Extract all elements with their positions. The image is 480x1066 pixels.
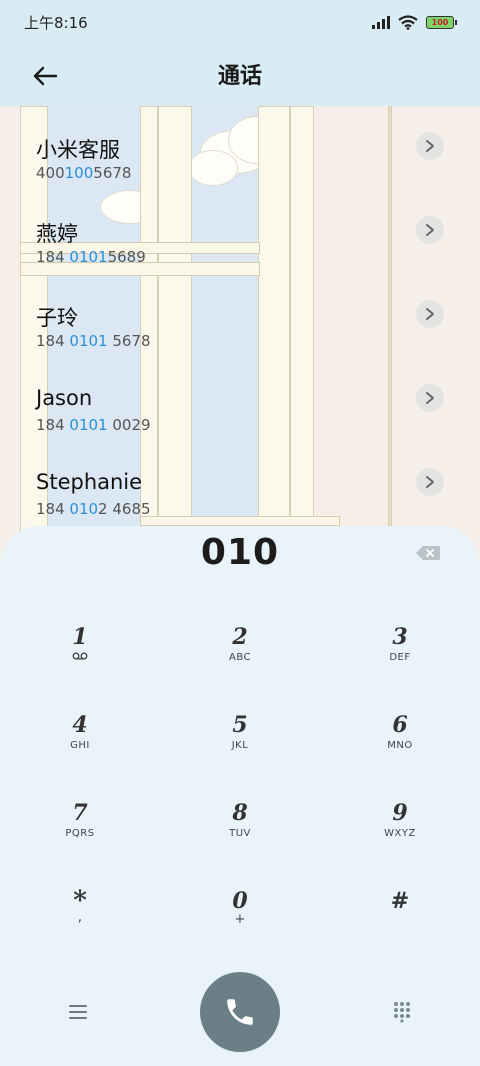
delete-button[interactable] xyxy=(414,544,442,562)
contact-detail-button[interactable] xyxy=(416,132,444,160)
match-highlight: 0101 xyxy=(69,248,108,266)
battery-level: 100 xyxy=(431,17,449,27)
contact-number: 184 01015689 xyxy=(36,248,146,266)
page-title: 通话 xyxy=(217,64,262,89)
contact-name: Stephanie xyxy=(36,470,143,494)
dialpad-panel: 010 1 2 ABC 3 DEF 4 GHI 5 JKL 6 MNO 7 PQ… xyxy=(0,526,480,1066)
call-button[interactable] xyxy=(200,972,280,1052)
contact-item[interactable]: Stephanie 184 0102 4685 xyxy=(0,442,480,526)
chevron-right-icon xyxy=(426,392,434,404)
chevron-right-icon xyxy=(426,224,434,236)
contact-name: Jason xyxy=(36,386,93,410)
dialpad-keys: 1 2 ABC 3 DEF 4 GHI 5 JKL 6 MNO 7 PQRS 8… xyxy=(0,600,480,952)
key-6[interactable]: 6 MNO xyxy=(320,688,480,776)
status-bar: 上午8:16 100 xyxy=(0,0,480,44)
match-highlight: 010 xyxy=(69,500,99,518)
key-3[interactable]: 3 DEF xyxy=(320,600,480,688)
contact-detail-button[interactable] xyxy=(416,300,444,328)
key-5[interactable]: 5 JKL xyxy=(160,688,320,776)
battery-icon: 100 xyxy=(426,15,457,29)
key-9[interactable]: 9 WXYZ xyxy=(320,776,480,864)
key-8[interactable]: 8 TUV xyxy=(160,776,320,864)
contact-name: 燕婷 xyxy=(36,222,78,246)
contact-number: 184 0101 0029 xyxy=(36,416,151,434)
wifi-icon xyxy=(398,14,418,30)
backspace-icon xyxy=(416,546,440,560)
contact-results-list: 小米客服 4001005678 燕婷 184 01015689 子玲 184 0… xyxy=(0,106,480,526)
match-highlight: 0101 xyxy=(69,416,108,434)
chevron-right-icon xyxy=(426,308,434,320)
contact-detail-button[interactable] xyxy=(416,216,444,244)
key-1[interactable]: 1 xyxy=(0,600,160,688)
keypad-icon xyxy=(394,1002,410,1023)
menu-button[interactable] xyxy=(62,998,94,1026)
contact-item[interactable]: 子玲 184 0101 5678 xyxy=(0,274,480,358)
key-hash[interactable]: # xyxy=(320,864,480,952)
contact-item[interactable]: 小米客服 4001005678 xyxy=(0,106,480,190)
contact-name: 小米客服 xyxy=(36,138,120,162)
contact-name: 子玲 xyxy=(36,306,78,330)
signal-icon xyxy=(372,15,390,29)
status-icons: 100 xyxy=(372,14,457,30)
key-0[interactable]: 0 + xyxy=(160,864,320,952)
key-2[interactable]: 2 ABC xyxy=(160,600,320,688)
contact-number: 4001005678 xyxy=(36,164,132,182)
dialpad-actions xyxy=(0,972,480,1054)
contact-detail-button[interactable] xyxy=(416,384,444,412)
menu-icon xyxy=(69,1005,87,1019)
keypad-toggle-button[interactable] xyxy=(386,998,418,1026)
contact-detail-button[interactable] xyxy=(416,468,444,496)
match-highlight: 0101 xyxy=(69,332,108,350)
contact-item[interactable]: 燕婷 184 01015689 xyxy=(0,190,480,274)
voicemail-icon xyxy=(72,652,88,660)
key-star[interactable]: * , xyxy=(0,864,160,952)
status-time: 上午8:16 xyxy=(24,13,88,32)
key-7[interactable]: 7 PQRS xyxy=(0,776,160,864)
match-highlight: 100 xyxy=(64,164,94,182)
app-bar: 通话 xyxy=(0,44,480,106)
contact-number: 184 0102 4685 xyxy=(36,500,151,518)
key-4[interactable]: 4 GHI xyxy=(0,688,160,776)
chevron-right-icon xyxy=(426,476,434,488)
dial-number-display[interactable]: 010 xyxy=(0,532,480,573)
contact-item[interactable]: Jason 184 0101 0029 xyxy=(0,358,480,442)
contact-number: 184 0101 5678 xyxy=(36,332,151,350)
phone-icon xyxy=(227,999,253,1025)
chevron-right-icon xyxy=(426,140,434,152)
